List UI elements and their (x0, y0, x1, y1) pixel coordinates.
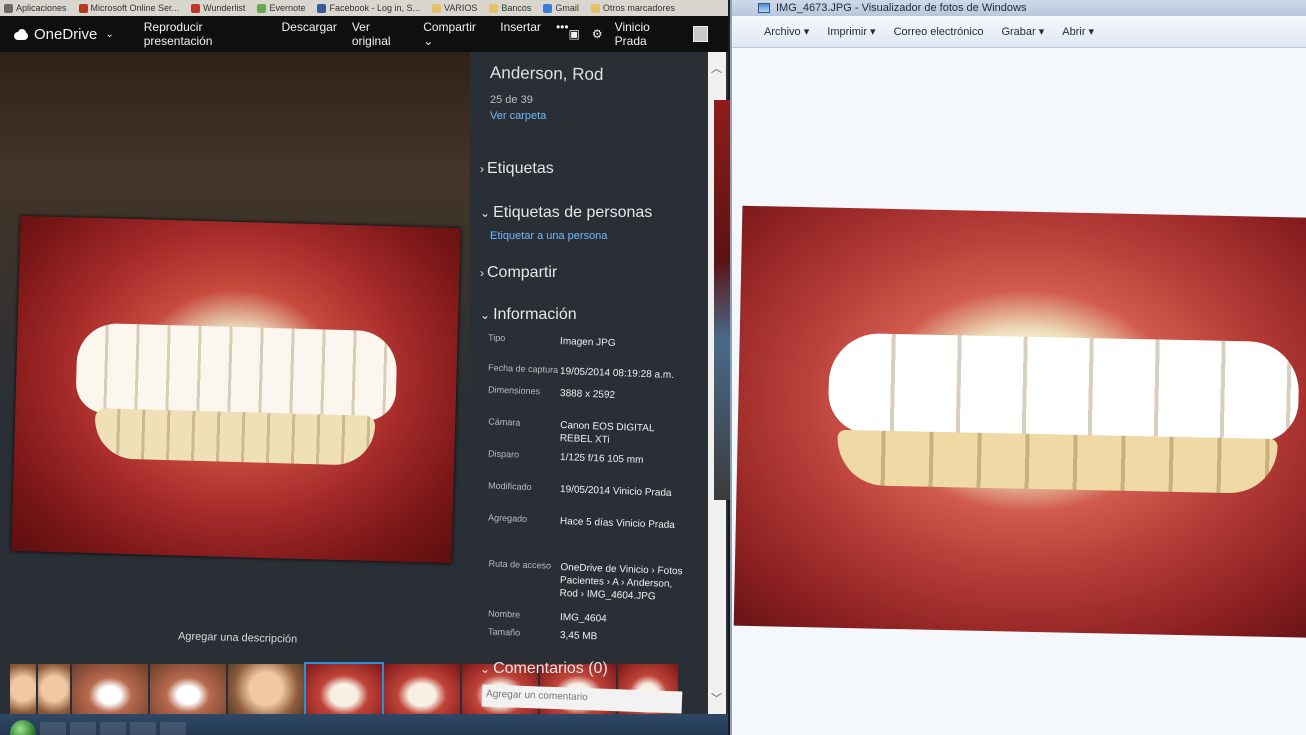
user-name[interactable]: Vinicio Prada (615, 20, 681, 48)
detail-row: Dimensiones 3888 x 2592 (487, 384, 616, 401)
embed-button[interactable]: Insertar (500, 20, 541, 48)
share-button[interactable]: Compartir ⌄ (423, 20, 485, 48)
taskbar-app[interactable] (40, 721, 66, 735)
detail-row: Nombre IMG_4604 (487, 608, 607, 625)
photo-viewer-window: IMG_4673.JPG - Visualizador de fotos de … (730, 0, 1306, 735)
detail-row: Tipo Imagen JPG (487, 332, 616, 349)
folder-icon (590, 3, 600, 13)
comment-input[interactable]: Agregar un comentario (481, 684, 683, 714)
menu-file[interactable]: Archivo ▾ (764, 25, 809, 38)
onedrive-command-bar: Reproducir presentación Descargar Ver or… (144, 20, 569, 48)
section-tags[interactable]: › Etiquetas (480, 160, 554, 178)
gear-icon[interactable]: ⚙ (592, 27, 603, 41)
detail-row: Agregado Hace 5 días Vinicio Prada (487, 512, 676, 532)
gmail-icon (543, 3, 553, 13)
bookmark-facebook[interactable]: Facebook - Log in, S... (317, 3, 420, 13)
lower-teeth-area (94, 408, 376, 466)
view-original-button[interactable]: Ver original (352, 20, 408, 48)
bookmark-microsoft-online[interactable]: Microsoft Online Ser... (78, 3, 179, 13)
detail-row: Disparo 1/125 f/16 105 mm (487, 448, 644, 466)
taskbar-app[interactable] (70, 721, 96, 735)
upper-teeth-area (827, 332, 1300, 443)
bookmark-otros[interactable]: Otros marcadores (590, 3, 675, 13)
section-people-tags[interactable]: ⌄ Etiquetas de personas (480, 204, 652, 222)
onedrive-user-area: ▣ ⚙ Vinicio Prada (569, 20, 708, 48)
lower-teeth-area (836, 429, 1278, 495)
cloud-icon (12, 28, 30, 40)
chevron-right-icon: › (480, 162, 484, 176)
detail-row: Fecha de captura 19/05/2014 08:19:28 a.m. (487, 362, 675, 381)
chevron-down-icon: ⌄ (480, 206, 491, 220)
download-button[interactable]: Descargar (281, 20, 336, 48)
photo-stage (0, 52, 470, 652)
slideshow-button[interactable]: Reproducir presentación (144, 20, 267, 48)
wunderlist-icon (191, 3, 201, 13)
evernote-icon (257, 3, 267, 13)
chevron-up-icon[interactable]: ︿ (711, 60, 722, 76)
section-share[interactable]: › Compartir (480, 264, 557, 282)
folder-icon (432, 3, 442, 13)
chevron-down-icon[interactable]: ﹀ (711, 690, 722, 706)
viewer-title-bar: IMG_4673.JPG - Visualizador de fotos de … (732, 0, 1306, 16)
bookmark-apps[interactable]: Aplicaciones (4, 3, 67, 13)
section-information[interactable]: ⌄ Información (480, 306, 577, 324)
detail-row: Tamaño 3,45 MB (487, 626, 598, 643)
more-button[interactable]: ••• (556, 20, 569, 48)
viewer-dental-photo[interactable] (733, 205, 1306, 639)
tag-person-link[interactable]: Etiquetar a una persona (490, 230, 607, 242)
viewer-menu-bar: Archivo ▾ Imprimir ▾ Correo electrónico … (732, 16, 1306, 48)
chevron-right-icon: › (480, 266, 484, 280)
album-title: Anderson, Rod (489, 63, 604, 84)
menu-open[interactable]: Abrir ▾ (1062, 25, 1094, 38)
menu-print[interactable]: Imprimir ▾ (827, 25, 875, 38)
folder-icon (489, 3, 499, 13)
start-button[interactable] (10, 719, 36, 735)
bookmark-gmail[interactable]: Gmail (543, 3, 579, 13)
detail-row: Cámara Canon EOS DIGITAL REBEL XTi (488, 416, 655, 446)
facebook-icon (317, 3, 327, 13)
taskbar-app[interactable] (160, 721, 186, 735)
image-icon (758, 3, 770, 13)
detail-row: Modificado 19/05/2014 Vinicio Prada (487, 480, 672, 499)
photo-counter: 25 de 39 (490, 94, 533, 106)
bookmark-bancos[interactable]: Bancos (489, 3, 531, 13)
notifications-icon[interactable]: ▣ (569, 27, 580, 41)
menu-burn[interactable]: Grabar ▾ (1001, 25, 1044, 38)
info-panel: Anderson, Rod 25 de 39 Ver carpeta › Etiq… (470, 52, 708, 732)
bookmarks-bar: Aplicaciones Microsoft Online Ser... Wun… (0, 0, 728, 16)
taskbar-app[interactable] (130, 721, 156, 735)
section-comments[interactable]: ⌄ Comentarios (0) (480, 660, 608, 678)
chevron-down-icon: ⌄ (480, 662, 491, 676)
bookmark-wunderlist[interactable]: Wunderlist (191, 3, 245, 13)
chevron-down-icon: ⌄ (105, 28, 114, 40)
onedrive-logo[interactable]: OneDrive ⌄ (12, 26, 114, 43)
apps-icon (4, 3, 13, 13)
taskbar-app[interactable] (100, 721, 126, 735)
chevron-down-icon: ⌄ (480, 308, 491, 322)
onedrive-topbar: OneDrive ⌄ Reproducir presentación Desca… (0, 16, 728, 52)
view-folder-link[interactable]: Ver carpeta (490, 110, 546, 122)
menu-email[interactable]: Correo electrónico (894, 26, 984, 38)
dental-photo[interactable] (11, 215, 461, 564)
avatar[interactable] (692, 26, 708, 42)
bookmark-varios[interactable]: VARIOS (432, 3, 477, 13)
chevron-down-icon: ⌄ (423, 34, 434, 48)
onedrive-window: OneDrive ⌄ Reproducir presentación Desca… (0, 16, 728, 735)
bookmark-evernote[interactable]: Evernote (257, 3, 305, 13)
office-icon (78, 3, 88, 13)
upper-teeth-area (75, 322, 398, 422)
detail-row: Ruta de acceso OneDrive de Vinicio › Foto… (488, 558, 683, 603)
